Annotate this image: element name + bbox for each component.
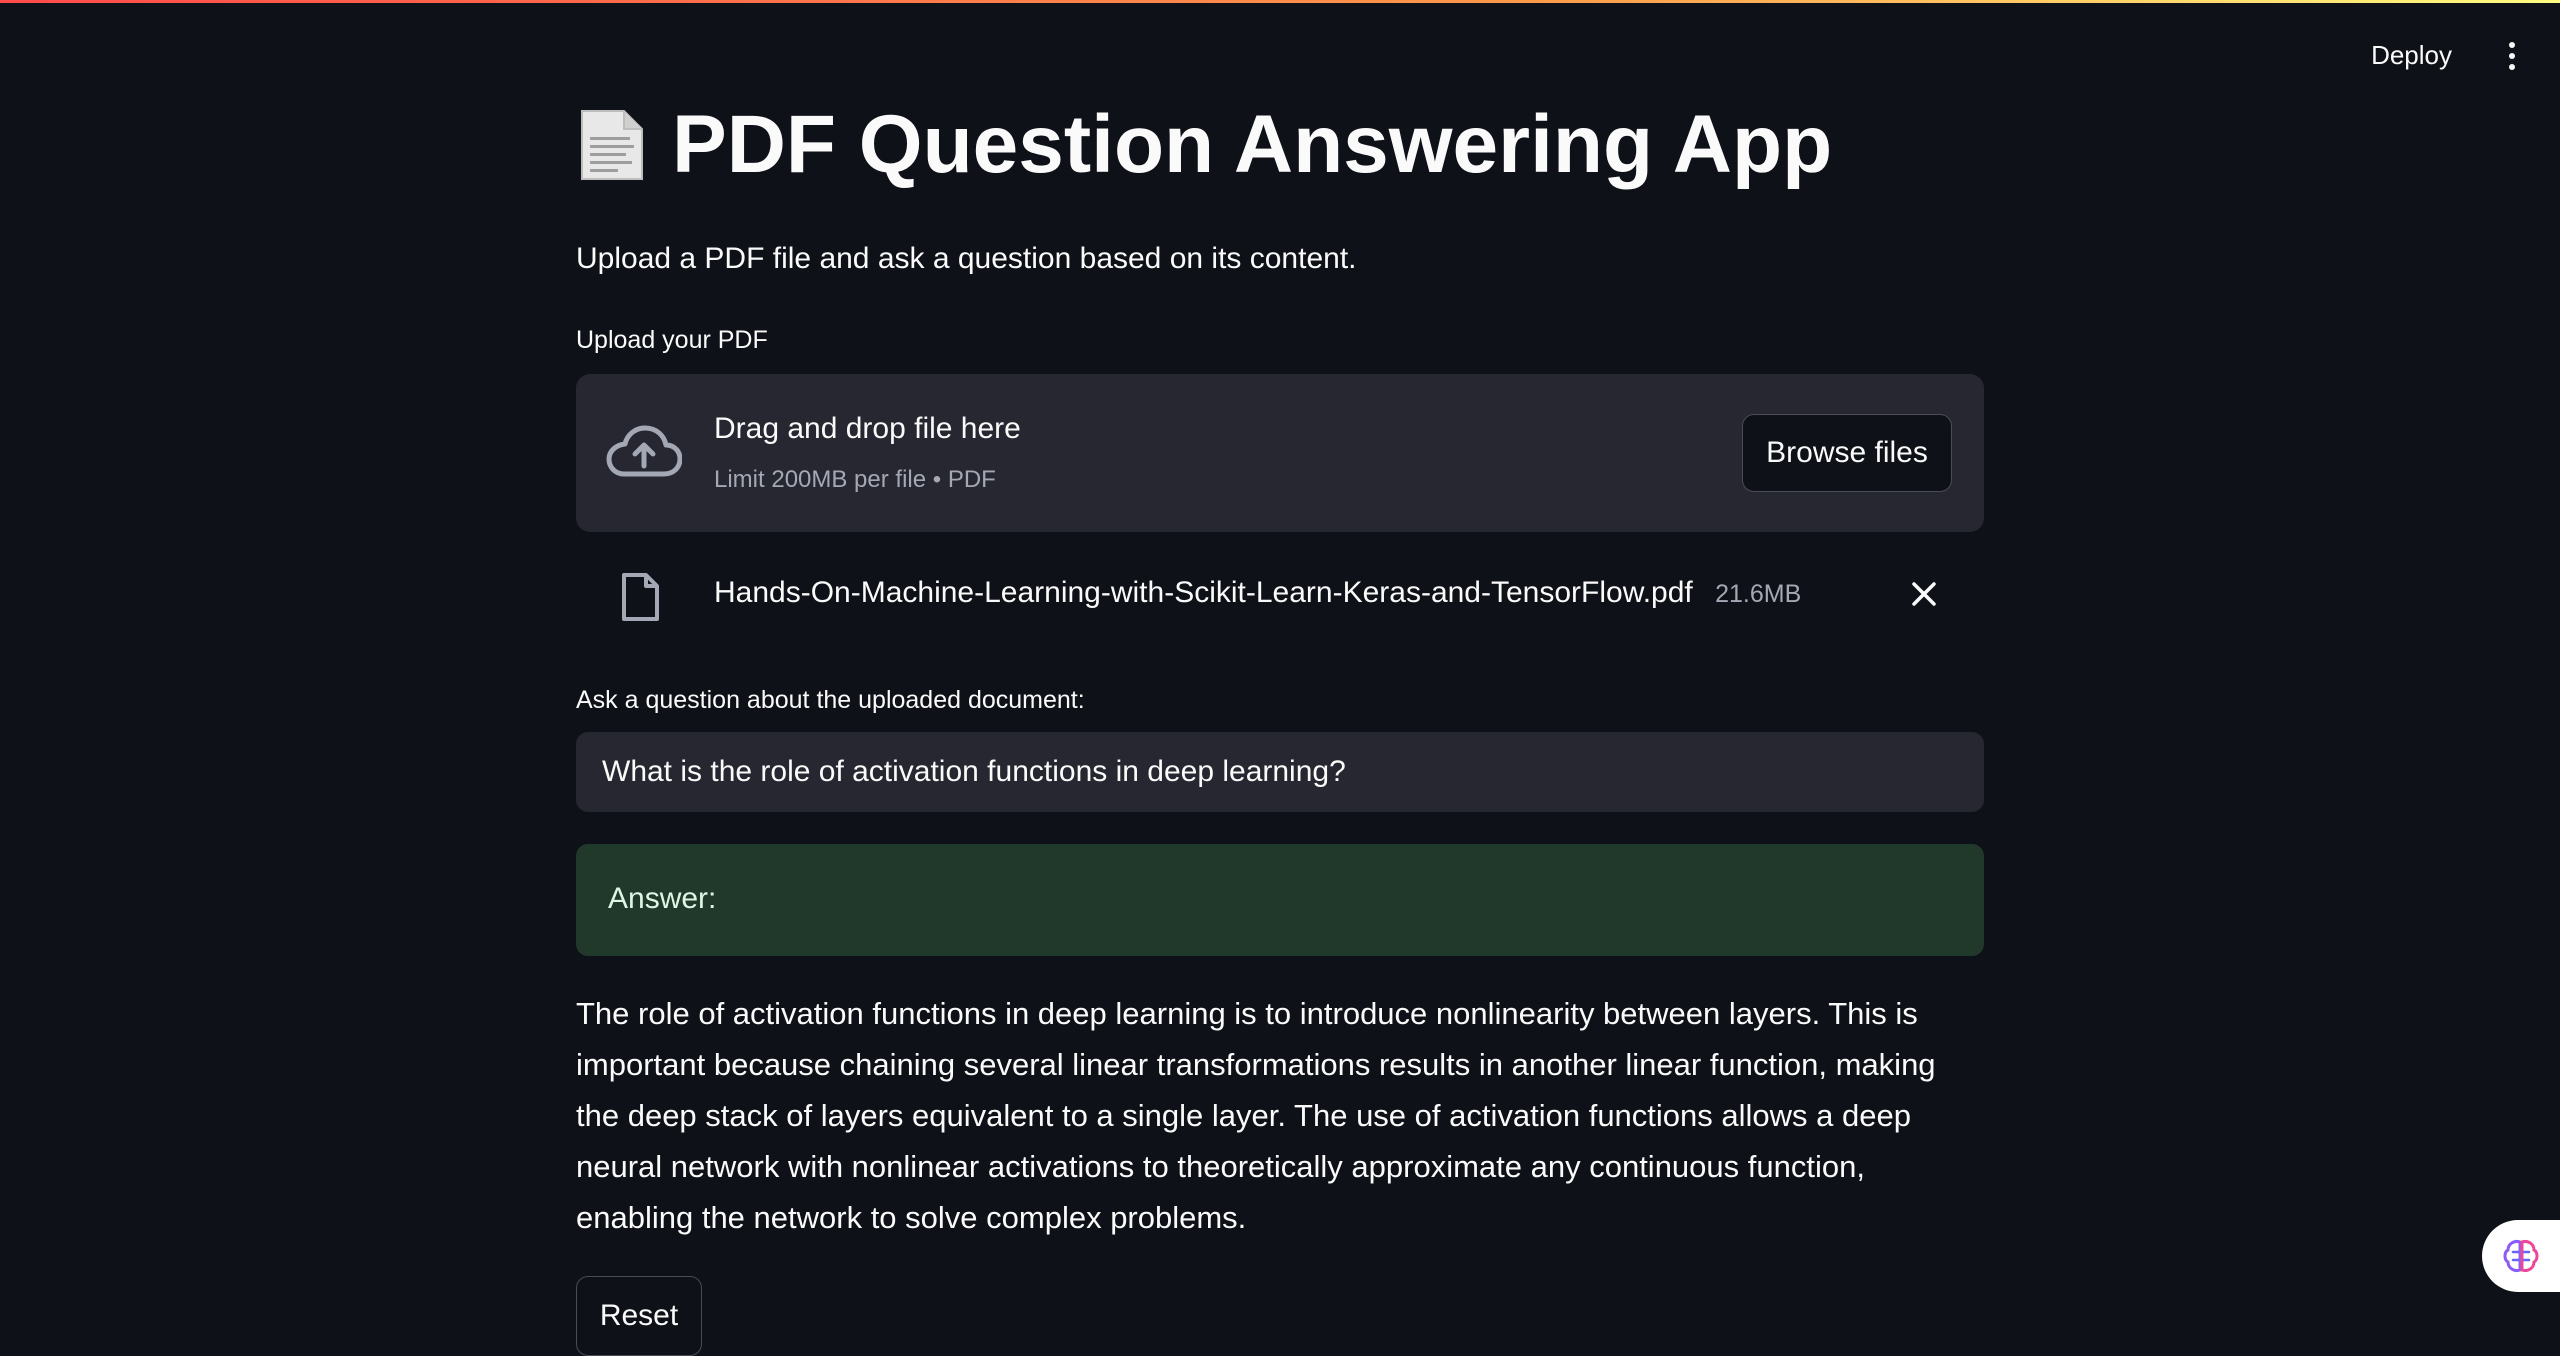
reset-button[interactable]: Reset (576, 1276, 702, 1356)
answer-label: Answer: (608, 882, 717, 915)
close-icon (1912, 582, 1936, 606)
deploy-button[interactable]: Deploy (2363, 36, 2460, 75)
cloud-upload-icon (606, 424, 683, 487)
page-facing-up-emoji-icon (576, 107, 648, 183)
uploaded-file-item: Hands-On-Machine-Learning-with-Scikit-Le… (576, 560, 1984, 632)
header-decoration-gradient (0, 0, 2560, 3)
dropzone-limit-text: Limit 200MB per file • PDF (714, 466, 996, 493)
vertical-dots-icon[interactable] (2500, 38, 2524, 74)
question-label: Ask a question about the uploaded docume… (576, 686, 1085, 714)
question-input[interactable] (576, 732, 1984, 812)
floating-assistant-button[interactable] (2482, 1220, 2560, 1292)
uploaded-file-size: 21.6MB (1715, 580, 1802, 608)
file-dropzone[interactable]: Drag and drop file here Limit 200MB per … (576, 374, 1984, 532)
answer-success-box: Answer: (576, 844, 1984, 956)
uploaded-file-name: Hands-On-Machine-Learning-with-Scikit-Le… (714, 576, 1693, 609)
page-subtitle: Upload a PDF file and ask a question bas… (576, 242, 1357, 275)
header-toolbar: Deploy (2363, 36, 2524, 75)
answer-text: The role of activation functions in deep… (576, 996, 1936, 1235)
dropzone-instructions: Drag and drop file here (714, 412, 1021, 445)
browse-files-button[interactable]: Browse files (1742, 414, 1952, 492)
remove-file-button[interactable] (1904, 574, 1944, 614)
title-row: PDF Question Answering App (576, 104, 1832, 186)
brain-icon (2503, 1240, 2539, 1272)
uploader-label: Upload your PDF (576, 326, 768, 354)
file-icon (620, 572, 660, 627)
uploaded-file-name-row: Hands-On-Machine-Learning-with-Scikit-Le… (714, 576, 1801, 610)
page-title: PDF Question Answering App (672, 99, 1833, 190)
